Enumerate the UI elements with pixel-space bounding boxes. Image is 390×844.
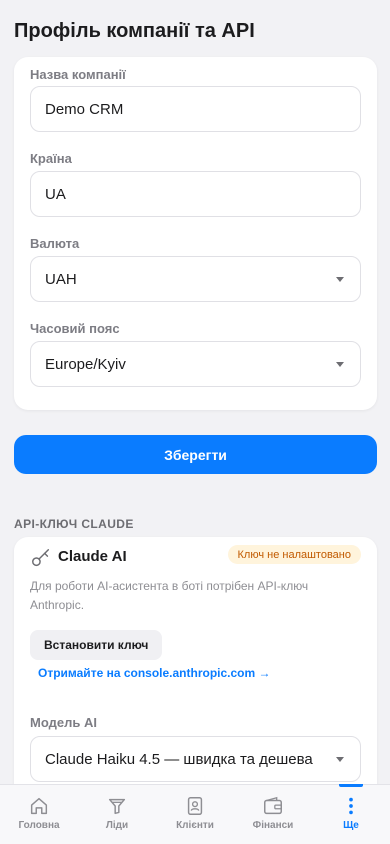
home-icon (30, 797, 48, 815)
currency-value: UAH (45, 270, 77, 288)
timezone-label: Часовий пояс (30, 321, 120, 336)
company-name-value: Demo CRM (45, 100, 124, 118)
set-key-button[interactable]: Встановити ключ (30, 630, 163, 660)
status-badge: Ключ не налаштовано (227, 545, 361, 564)
chevron-down-icon (336, 276, 344, 282)
model-select[interactable]: Claude Haiku 4.5 — швидка та дешева (30, 736, 361, 782)
api-description: Для роботи AI-асистента в боті потрібен … (30, 579, 309, 612)
api-key-card: Claude AI Ключ не налаштовано Для роботи… (14, 537, 377, 784)
company-profile-card: Назва компанії Demo CRM Країна UA Валюта… (14, 57, 377, 410)
active-tab-indicator (339, 784, 363, 787)
wallet-icon (264, 796, 282, 815)
page-title: Профіль компанії та API (14, 20, 255, 42)
more-icon (349, 797, 353, 815)
key-icon (32, 549, 50, 567)
funnel-icon (108, 798, 126, 815)
tab-leads[interactable]: Ліди (78, 785, 156, 844)
contacts-icon (187, 797, 203, 815)
model-value: Claude Haiku 4.5 — швидка та дешева (45, 750, 313, 768)
country-value: UA (45, 185, 66, 203)
model-label: Модель AI (30, 715, 97, 730)
country-field[interactable]: UA (30, 171, 361, 217)
api-provider-title: Claude AI (58, 548, 127, 565)
tab-label: Фінанси (252, 820, 294, 831)
chevron-down-icon (336, 361, 344, 367)
timezone-value: Europe/Kyiv (45, 355, 126, 373)
tab-label: Ще (343, 820, 359, 831)
api-section-header: API-КЛЮЧ CLAUDE (14, 517, 134, 531)
tab-finance[interactable]: Фінанси (234, 785, 312, 844)
currency-label: Валюта (30, 236, 80, 251)
content-scroll[interactable]: Профіль компанії та API Назва компанії D… (0, 0, 390, 784)
country-label: Країна (30, 151, 72, 166)
currency-select[interactable]: UAH (30, 256, 361, 302)
tab-label: Клієнти (176, 820, 214, 831)
company-name-label: Назва компанії (30, 67, 126, 82)
save-button[interactable]: Зберегти (14, 435, 377, 474)
timezone-select[interactable]: Europe/Kyiv (30, 341, 361, 387)
company-name-field[interactable]: Demo CRM (30, 86, 361, 132)
tab-more[interactable]: Ще (312, 784, 390, 844)
tab-clients[interactable]: Клієнти (156, 785, 234, 844)
tab-bar: Головна Ліди Клієнти Фінанси Ще (0, 784, 390, 844)
tab-label: Головна (18, 820, 60, 831)
chevron-down-icon (336, 756, 344, 762)
tab-home[interactable]: Головна (0, 785, 78, 844)
get-key-link[interactable]: Отримайте на console.anthropic.com → (38, 666, 271, 680)
tab-label: Ліди (105, 820, 129, 831)
